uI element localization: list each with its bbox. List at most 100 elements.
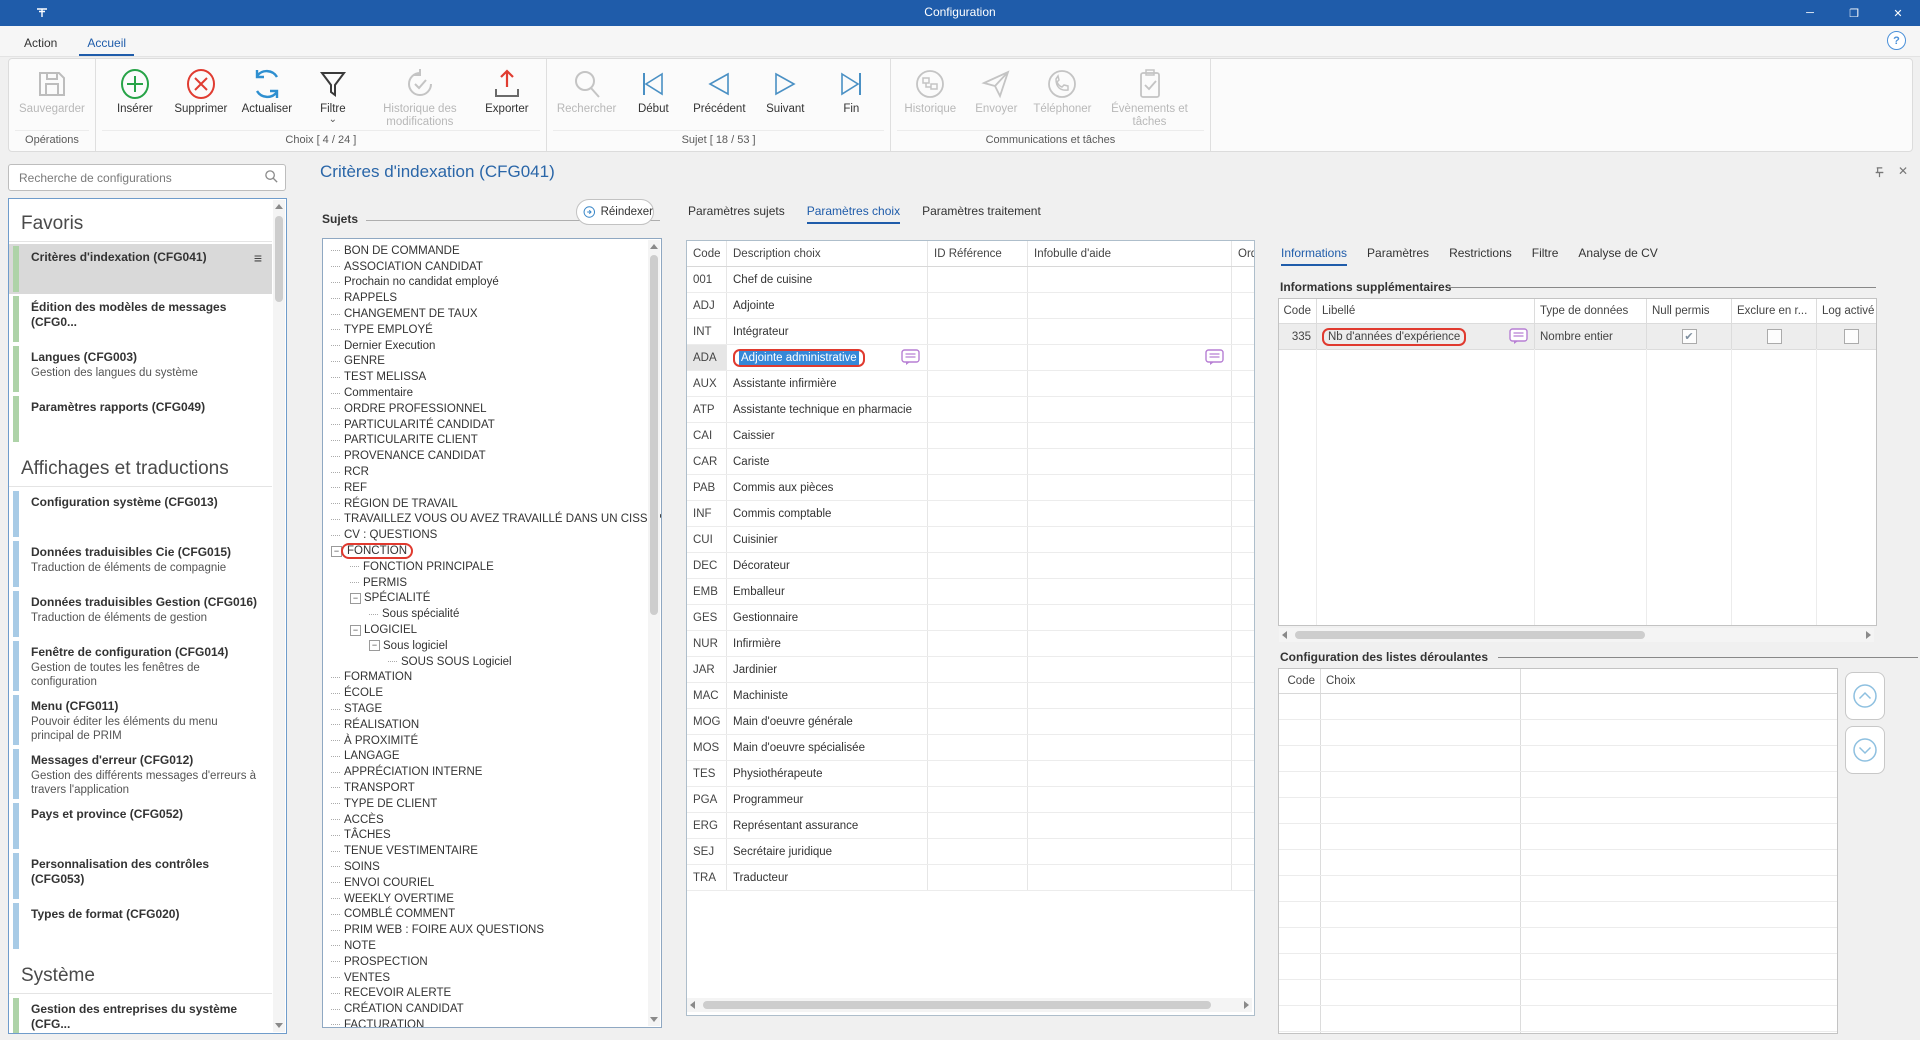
checkbox-checked[interactable]: ✔ xyxy=(1682,329,1697,344)
column-header-null-permis[interactable]: Null permis xyxy=(1647,299,1732,323)
tree-item-cr-ation-candidat[interactable]: CRÉATION CANDIDAT xyxy=(325,1001,643,1017)
tree-item-fonction-principale[interactable]: FONCTION PRINCIPALE xyxy=(325,559,643,575)
tab-analyse-de-cv[interactable]: Analyse de CV xyxy=(1578,246,1657,266)
tree-item-test-melissa[interactable]: TEST MELISSA xyxy=(325,369,643,385)
tree-item-note[interactable]: NOTE xyxy=(325,938,643,954)
sidebar-item-configuration-syst-me-cfg01[interactable]: Configuration système (CFG013) xyxy=(9,489,272,539)
choice-row-nur[interactable]: NURInfirmière xyxy=(687,631,1254,657)
ribbon-button-pr-c-dent[interactable]: Précédent xyxy=(686,61,752,116)
tree-item-bon-de-commande[interactable]: BON DE COMMANDE xyxy=(325,243,643,259)
ribbon-button-fin[interactable]: Fin xyxy=(818,61,884,116)
minimize-button[interactable]: ─ xyxy=(1788,0,1832,26)
ribbon-button-exporter[interactable]: Exporter xyxy=(474,61,540,116)
sidebar-item-langues-cfg003[interactable]: Langues (CFG003)Gestion des langues du s… xyxy=(9,344,272,394)
tab-param-tres[interactable]: Paramètres xyxy=(1367,246,1429,266)
tree-item-commentaire[interactable]: Commentaire xyxy=(325,385,643,401)
maximize-button[interactable]: ❐ xyxy=(1832,0,1876,26)
choice-row-pab[interactable]: PABCommis aux pièces xyxy=(687,475,1254,501)
column-header-infobulle-d-aide[interactable]: Infobulle d'aide xyxy=(1028,241,1232,266)
info-table-hscrollbar[interactable] xyxy=(1279,628,1874,642)
tree-item-dernier-execution[interactable]: Dernier Execution xyxy=(325,338,643,354)
tree-item-permis[interactable]: PERMIS xyxy=(325,575,643,591)
move-up-button[interactable] xyxy=(1845,672,1885,720)
tree-item-sp-cialit[interactable]: −SPÉCIALITÉ xyxy=(325,591,643,607)
choice-row-erg[interactable]: ERGReprésentant assurance xyxy=(687,813,1254,839)
column-header-code[interactable]: Code xyxy=(1279,299,1317,323)
column-header-log-activ[interactable]: Log activé xyxy=(1817,299,1877,323)
tree-item-prospection[interactable]: PROSPECTION xyxy=(325,954,643,970)
column-header-exclure-en-r[interactable]: Exclure en r... xyxy=(1732,299,1817,323)
search-magnifier-icon[interactable] xyxy=(264,169,279,189)
move-down-button[interactable] xyxy=(1845,726,1885,774)
info-row-335[interactable]: 335Nb d'années d'expérienceNombre entier… xyxy=(1279,324,1876,350)
choice-row-jar[interactable]: JARJardinier xyxy=(687,657,1254,683)
column-header-choix[interactable]: Choix xyxy=(1321,669,1521,693)
tree-item-soins[interactable]: SOINS xyxy=(325,859,643,875)
tree-scrollbar[interactable] xyxy=(648,240,660,1026)
sidebar-item-menu-cfg011[interactable]: Menu (CFG011)Pouvoir éditer les éléments… xyxy=(9,693,272,747)
tree-item-logiciel[interactable]: −LOGICIEL xyxy=(325,622,643,638)
tree-item-recevoir-alerte[interactable]: RECEVOIR ALERTE xyxy=(325,985,643,1001)
tree-item-changement-de-taux[interactable]: CHANGEMENT DE TAUX xyxy=(325,306,643,322)
tree-item-genre[interactable]: GENRE xyxy=(325,354,643,370)
column-header-ord[interactable]: Ord xyxy=(1232,241,1254,266)
column-header-description-choix[interactable]: Description choix xyxy=(727,241,928,266)
tree-item-ordre-professionnel[interactable]: ORDRE PROFESSIONNEL xyxy=(325,401,643,417)
tree-item-provenance-candidat[interactable]: PROVENANCE CANDIDAT xyxy=(325,448,643,464)
collapse-icon[interactable]: − xyxy=(350,593,361,604)
tree-item-formation[interactable]: FORMATION xyxy=(325,670,643,686)
ribbon-button-ins-rer[interactable]: Insérer xyxy=(102,61,168,116)
sidebar-item-fen-tre-de-configuration-cf[interactable]: Fenêtre de configuration (CFG014)Gestion… xyxy=(9,639,272,693)
hamburger-icon[interactable]: ≡ xyxy=(254,252,262,264)
choice-row-dec[interactable]: DECDécorateur xyxy=(687,553,1254,579)
sidebar-item-param-tres-rapports-cfg049[interactable]: Paramètres rapports (CFG049) xyxy=(9,394,272,444)
document-close-icon[interactable]: ✕ xyxy=(1898,164,1908,178)
tree-item-envoi-couriel[interactable]: ENVOI COURIEL xyxy=(325,875,643,891)
dropdown-caret-icon[interactable]: ⌄ xyxy=(329,116,337,124)
tree-item-appr-ciation-interne[interactable]: APPRÉCIATION INTERNE xyxy=(325,764,643,780)
tree-item-combl-comment[interactable]: COMBLÉ COMMENT xyxy=(325,906,643,922)
sidebar-item-messages-d-erreur-cfg012[interactable]: Messages d'erreur (CFG012)Gestion des di… xyxy=(9,747,272,801)
tree-item-type-de-client[interactable]: TYPE DE CLIENT xyxy=(325,796,643,812)
tree-item-association-candidat[interactable]: ASSOCIATION CANDIDAT xyxy=(325,259,643,275)
choice-row-inf[interactable]: INFCommis comptable xyxy=(687,501,1254,527)
ribbon-button-supprimer[interactable]: Supprimer xyxy=(168,61,234,116)
tab-filtre[interactable]: Filtre xyxy=(1532,246,1559,266)
tree-item-ref[interactable]: REF xyxy=(325,480,643,496)
sidebar-item-donn-es-traduisibles-gestion[interactable]: Données traduisibles Gestion (CFG016)Tra… xyxy=(9,589,272,639)
tree-item-cv-questions[interactable]: CV : QUESTIONS xyxy=(325,527,643,543)
column-header-code[interactable]: Code xyxy=(687,241,727,266)
tree-item-ventes[interactable]: VENTES xyxy=(325,970,643,986)
tree-item-sous-sp-cialit[interactable]: Sous spécialité xyxy=(325,606,643,622)
close-button[interactable]: ✕ xyxy=(1876,0,1920,26)
tree-item-travaillez-vous-ou-avez-travaill-dans-un-cisss[interactable]: TRAVAILLEZ VOUS OU AVEZ TRAVAILLÉ DANS U… xyxy=(325,512,643,528)
tree-item-prochain-no-candidat-employ[interactable]: Prochain no candidat employé xyxy=(325,275,643,291)
tab-param-tres-choix[interactable]: Paramètres choix xyxy=(807,204,900,224)
choice-row-mog[interactable]: MOGMain d'oeuvre générale xyxy=(687,709,1254,735)
tree-item-particularit-candidat[interactable]: PARTICULARITÉ CANDIDAT xyxy=(325,417,643,433)
choice-row-cui[interactable]: CUICuisinier xyxy=(687,527,1254,553)
tree-item-proximit[interactable]: À PROXIMITÉ xyxy=(325,733,643,749)
tree-item-r-gion-de-travail[interactable]: RÉGION DE TRAVAIL xyxy=(325,496,643,512)
column-header-type-de-donn-es[interactable]: Type de données xyxy=(1535,299,1647,323)
sidebar-item-personnalisation-des-contr-l[interactable]: Personnalisation des contrôles (CFG053) xyxy=(9,851,272,901)
choice-row-ges[interactable]: GESGestionnaire xyxy=(687,605,1254,631)
choice-row-atp[interactable]: ATPAssistante technique en pharmacie xyxy=(687,397,1254,423)
sidebar-item-types-de-format-cfg020[interactable]: Types de format (CFG020) xyxy=(9,901,272,951)
sidebar-item-crit-res-d-indexation-cfg04[interactable]: Critères d'indexation (CFG041)≡ xyxy=(9,244,272,294)
tree-item-facturation[interactable]: FACTURATION xyxy=(325,1017,643,1028)
column-header-libell[interactable]: Libellé xyxy=(1317,299,1535,323)
tree-item-tenue-vestimentaire[interactable]: TENUE VESTIMENTAIRE xyxy=(325,843,643,859)
choice-row-001[interactable]: 001Chef de cuisine xyxy=(687,267,1254,293)
choice-row-tra[interactable]: TRATraducteur xyxy=(687,865,1254,891)
tree-item-langage[interactable]: LANGAGE xyxy=(325,749,643,765)
choice-row-tes[interactable]: TESPhysiothérapeute xyxy=(687,761,1254,787)
choice-row-ada[interactable]: ADAAdjointe administrative xyxy=(687,345,1254,371)
tab-param-tres-sujets[interactable]: Paramètres sujets xyxy=(688,204,785,224)
tree-item-rcr[interactable]: RCR xyxy=(325,464,643,480)
tab-param-tres-traitement[interactable]: Paramètres traitement xyxy=(922,204,1041,224)
choice-row-mac[interactable]: MACMachiniste xyxy=(687,683,1254,709)
choice-table-hscrollbar[interactable] xyxy=(687,998,1252,1012)
column-header-id-r-f-rence[interactable]: ID Référence xyxy=(928,241,1028,266)
choice-row-cai[interactable]: CAICaissier xyxy=(687,423,1254,449)
